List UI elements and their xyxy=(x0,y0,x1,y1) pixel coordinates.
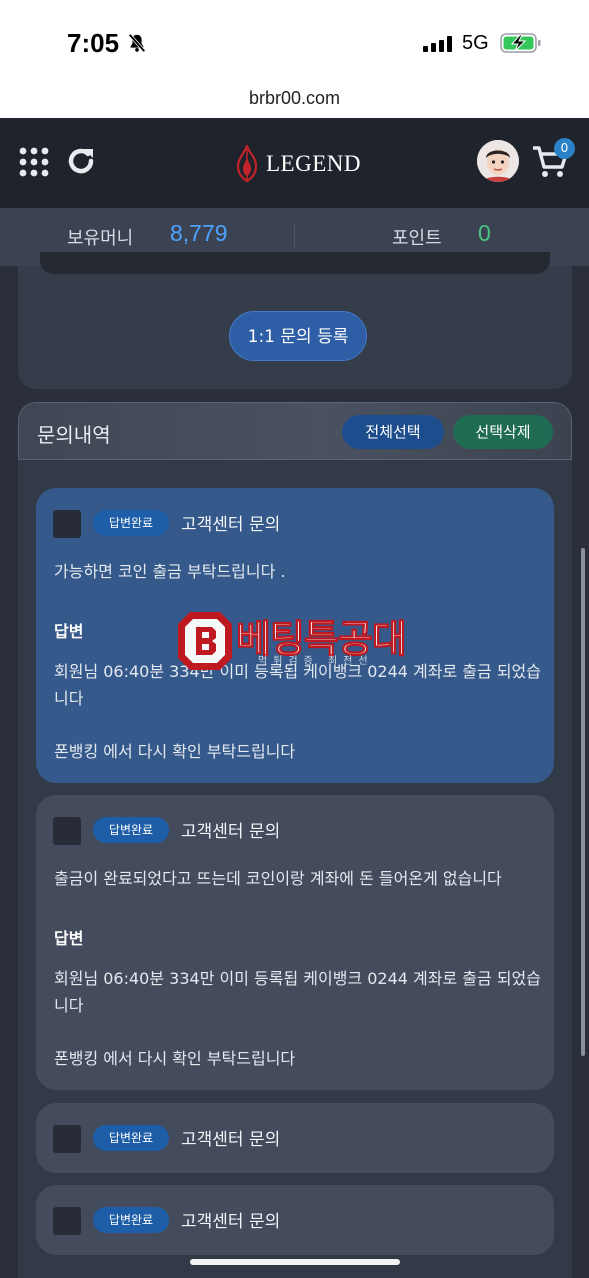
inquiry-item[interactable]: 답변완료 고객센터 문의 출금이 완료되었다고 뜨는데 코인이랑 계좌에 돈 들… xyxy=(36,795,554,1090)
answer-followup: 폰뱅킹 에서 다시 확인 부탁드립니다 xyxy=(54,1049,296,1068)
item-checkbox[interactable] xyxy=(53,510,81,538)
money-label: 보유머니 xyxy=(67,228,134,249)
home-indicator[interactable] xyxy=(190,1259,400,1265)
bell-slash-icon xyxy=(128,33,146,53)
balance-divider xyxy=(294,224,295,248)
avatar[interactable] xyxy=(477,140,519,182)
item-checkbox[interactable] xyxy=(53,1125,81,1153)
url-bar[interactable]: brbr00.com xyxy=(0,80,589,118)
answer-label: 답변 xyxy=(54,929,84,948)
register-inquiry-button[interactable]: 1:1 문의 등록 xyxy=(229,311,367,361)
status-badge: 답변완료 xyxy=(93,817,169,843)
logo-text: LEGEND xyxy=(266,151,361,176)
inquiry-item[interactable]: 답변완료 고객센터 문의 xyxy=(36,1103,554,1173)
item-title: 고객센터 문의 xyxy=(181,515,281,535)
status-bar: 7:05 5G xyxy=(0,0,589,80)
answer-text: 회원님 06:40분 334만 이미 등록됩 케이뱅크 0244 계좌로 출금 … xyxy=(54,969,541,1015)
app-header: LEGEND xyxy=(0,118,589,208)
item-title: 고객센터 문의 xyxy=(181,1212,281,1232)
status-badge: 답변완료 xyxy=(93,1207,169,1233)
item-checkbox[interactable] xyxy=(53,1207,81,1235)
url-text: brbr00.com xyxy=(248,88,341,108)
point-label: 포인트 xyxy=(392,228,442,249)
history-title: 문의내역 xyxy=(37,423,111,447)
history-header: 문의내역 전체선택 선택삭제 xyxy=(18,402,572,460)
watermark-logo-icon xyxy=(178,612,232,670)
inquiry-form-card: 1:1 문의 등록 xyxy=(18,252,572,389)
flame-logo-icon xyxy=(236,145,258,183)
answer-followup: 폰뱅킹 에서 다시 확인 부탁드립니다 xyxy=(54,742,296,761)
inquiry-item[interactable]: 답변완료 고객센터 문의 xyxy=(36,1185,554,1255)
network-type: 5G xyxy=(462,32,489,54)
grid-menu-icon[interactable] xyxy=(18,146,50,178)
item-question: 출금이 완료되었다고 뜨는데 코인이랑 계좌에 돈 들어온게 없습니다 xyxy=(54,869,502,888)
inquiry-textarea[interactable] xyxy=(40,252,550,274)
select-all-button[interactable]: 전체선택 xyxy=(342,415,444,449)
item-question: 가능하면 코인 출금 부탁드립니다 . xyxy=(54,562,286,581)
inquiry-history-panel: 문의내역 전체선택 선택삭제 답변완료 고객센터 문의 가능하면 코인 출금 부… xyxy=(18,402,572,1278)
refresh-icon[interactable] xyxy=(64,144,98,178)
delete-selected-button[interactable]: 선택삭제 xyxy=(453,415,553,449)
signal-icon xyxy=(423,36,452,52)
item-title: 고객센터 문의 xyxy=(181,822,281,842)
watermark: 베팅특공대 먹튀검증 최전선 xyxy=(176,606,416,674)
site-logo[interactable]: LEGEND xyxy=(234,144,364,184)
status-time: 7:05 xyxy=(67,28,120,58)
money-value: 8,779 xyxy=(170,220,228,246)
battery-charging-icon xyxy=(500,33,541,53)
scrollbar[interactable] xyxy=(581,548,585,1056)
status-badge: 답변완료 xyxy=(93,1125,169,1151)
cart-count-badge: 0 xyxy=(554,138,575,159)
status-badge: 답변완료 xyxy=(93,510,169,536)
watermark-subtext: 먹튀검증 최전선 xyxy=(258,656,374,667)
item-title: 고객센터 문의 xyxy=(181,1130,281,1150)
answer-label: 답변 xyxy=(54,622,84,641)
item-checkbox[interactable] xyxy=(53,817,81,845)
point-value: 0 xyxy=(478,220,491,246)
